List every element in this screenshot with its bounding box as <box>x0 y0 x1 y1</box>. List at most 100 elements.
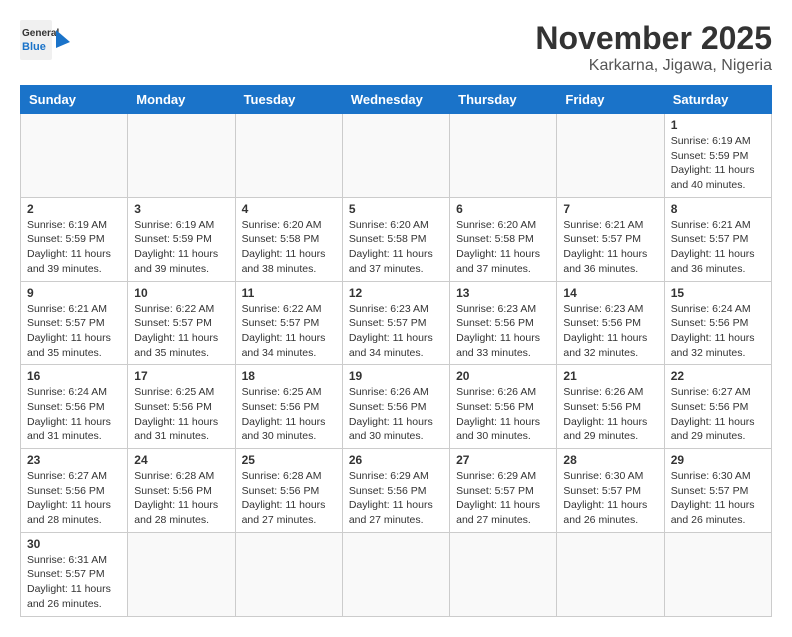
cell-info: Sunrise: 6:30 AM Sunset: 5:57 PM Dayligh… <box>671 469 765 528</box>
weekday-header-monday: Monday <box>128 86 235 114</box>
calendar-cell <box>450 532 557 616</box>
day-number: 6 <box>456 202 550 216</box>
weekday-header-friday: Friday <box>557 86 664 114</box>
day-number: 27 <box>456 453 550 467</box>
day-number: 10 <box>134 286 228 300</box>
week-row-6: 30 Sunrise: 6:31 AM Sunset: 5:57 PM Dayli… <box>21 532 772 616</box>
cell-info: Sunrise: 6:24 AM Sunset: 5:56 PM Dayligh… <box>671 302 765 361</box>
day-number: 30 <box>27 537 121 551</box>
calendar-cell <box>235 532 342 616</box>
day-number: 25 <box>242 453 336 467</box>
day-number: 12 <box>349 286 443 300</box>
calendar-cell: 19 Sunrise: 6:26 AM Sunset: 5:56 PM Dayli… <box>342 365 449 449</box>
cell-info: Sunrise: 6:21 AM Sunset: 5:57 PM Dayligh… <box>563 218 657 277</box>
day-number: 1 <box>671 118 765 132</box>
cell-info: Sunrise: 6:19 AM Sunset: 5:59 PM Dayligh… <box>134 218 228 277</box>
weekday-header-row: SundayMondayTuesdayWednesdayThursdayFrid… <box>21 86 772 114</box>
calendar-cell: 18 Sunrise: 6:25 AM Sunset: 5:56 PM Dayli… <box>235 365 342 449</box>
cell-info: Sunrise: 6:26 AM Sunset: 5:56 PM Dayligh… <box>456 385 550 444</box>
cell-info: Sunrise: 6:25 AM Sunset: 5:56 PM Dayligh… <box>242 385 336 444</box>
calendar-cell <box>557 114 664 198</box>
calendar-cell: 20 Sunrise: 6:26 AM Sunset: 5:56 PM Dayli… <box>450 365 557 449</box>
calendar-cell: 5 Sunrise: 6:20 AM Sunset: 5:58 PM Daylig… <box>342 197 449 281</box>
title-block: November 2025 Karkarna, Jigawa, Nigeria <box>535 20 772 75</box>
calendar-cell: 10 Sunrise: 6:22 AM Sunset: 5:57 PM Dayli… <box>128 281 235 365</box>
day-number: 5 <box>349 202 443 216</box>
week-row-1: 1Sunrise: 6:19 AM Sunset: 5:59 PM Daylig… <box>21 114 772 198</box>
day-number: 19 <box>349 369 443 383</box>
day-number: 2 <box>27 202 121 216</box>
cell-info: Sunrise: 6:27 AM Sunset: 5:56 PM Dayligh… <box>27 469 121 528</box>
page-header: General Blue November 2025 Karkarna, Jig… <box>20 20 772 75</box>
calendar-cell: 1Sunrise: 6:19 AM Sunset: 5:59 PM Daylig… <box>664 114 771 198</box>
cell-info: Sunrise: 6:21 AM Sunset: 5:57 PM Dayligh… <box>671 218 765 277</box>
calendar-cell: 3 Sunrise: 6:19 AM Sunset: 5:59 PM Daylig… <box>128 197 235 281</box>
calendar-cell: 4 Sunrise: 6:20 AM Sunset: 5:58 PM Daylig… <box>235 197 342 281</box>
day-number: 9 <box>27 286 121 300</box>
calendar-cell <box>342 114 449 198</box>
day-number: 14 <box>563 286 657 300</box>
calendar-cell: 12Sunrise: 6:23 AM Sunset: 5:57 PM Dayli… <box>342 281 449 365</box>
calendar-cell: 29Sunrise: 6:30 AM Sunset: 5:57 PM Dayli… <box>664 449 771 533</box>
calendar-cell: 16 Sunrise: 6:24 AM Sunset: 5:56 PM Dayli… <box>21 365 128 449</box>
cell-info: Sunrise: 6:19 AM Sunset: 5:59 PM Dayligh… <box>27 218 121 277</box>
cell-info: Sunrise: 6:26 AM Sunset: 5:56 PM Dayligh… <box>349 385 443 444</box>
cell-info: Sunrise: 6:22 AM Sunset: 5:57 PM Dayligh… <box>242 302 336 361</box>
calendar-cell <box>21 114 128 198</box>
cell-info: Sunrise: 6:20 AM Sunset: 5:58 PM Dayligh… <box>349 218 443 277</box>
calendar-cell: 30 Sunrise: 6:31 AM Sunset: 5:57 PM Dayli… <box>21 532 128 616</box>
day-number: 23 <box>27 453 121 467</box>
calendar-cell: 28Sunrise: 6:30 AM Sunset: 5:57 PM Dayli… <box>557 449 664 533</box>
weekday-header-sunday: Sunday <box>21 86 128 114</box>
calendar-cell <box>342 532 449 616</box>
weekday-header-tuesday: Tuesday <box>235 86 342 114</box>
logo: General Blue <box>20 20 70 60</box>
cell-info: Sunrise: 6:22 AM Sunset: 5:57 PM Dayligh… <box>134 302 228 361</box>
calendar-cell: 13Sunrise: 6:23 AM Sunset: 5:56 PM Dayli… <box>450 281 557 365</box>
calendar-cell: 6 Sunrise: 6:20 AM Sunset: 5:58 PM Daylig… <box>450 197 557 281</box>
cell-info: Sunrise: 6:23 AM Sunset: 5:56 PM Dayligh… <box>456 302 550 361</box>
week-row-5: 23 Sunrise: 6:27 AM Sunset: 5:56 PM Dayli… <box>21 449 772 533</box>
cell-info: Sunrise: 6:27 AM Sunset: 5:56 PM Dayligh… <box>671 385 765 444</box>
cell-info: Sunrise: 6:28 AM Sunset: 5:56 PM Dayligh… <box>242 469 336 528</box>
calendar-cell: 23 Sunrise: 6:27 AM Sunset: 5:56 PM Dayli… <box>21 449 128 533</box>
cell-info: Sunrise: 6:25 AM Sunset: 5:56 PM Dayligh… <box>134 385 228 444</box>
calendar-cell: 8 Sunrise: 6:21 AM Sunset: 5:57 PM Daylig… <box>664 197 771 281</box>
calendar-cell: 17 Sunrise: 6:25 AM Sunset: 5:56 PM Dayli… <box>128 365 235 449</box>
day-number: 17 <box>134 369 228 383</box>
week-row-3: 9 Sunrise: 6:21 AM Sunset: 5:57 PM Daylig… <box>21 281 772 365</box>
day-number: 28 <box>563 453 657 467</box>
day-number: 8 <box>671 202 765 216</box>
calendar-cell: 21 Sunrise: 6:26 AM Sunset: 5:56 PM Dayli… <box>557 365 664 449</box>
cell-info: Sunrise: 6:23 AM Sunset: 5:56 PM Dayligh… <box>563 302 657 361</box>
calendar: SundayMondayTuesdayWednesdayThursdayFrid… <box>20 85 772 617</box>
day-number: 24 <box>134 453 228 467</box>
cell-info: Sunrise: 6:20 AM Sunset: 5:58 PM Dayligh… <box>456 218 550 277</box>
cell-info: Sunrise: 6:31 AM Sunset: 5:57 PM Dayligh… <box>27 553 121 612</box>
cell-info: Sunrise: 6:26 AM Sunset: 5:56 PM Dayligh… <box>563 385 657 444</box>
calendar-cell: 11Sunrise: 6:22 AM Sunset: 5:57 PM Dayli… <box>235 281 342 365</box>
cell-info: Sunrise: 6:21 AM Sunset: 5:57 PM Dayligh… <box>27 302 121 361</box>
weekday-header-wednesday: Wednesday <box>342 86 449 114</box>
cell-info: Sunrise: 6:20 AM Sunset: 5:58 PM Dayligh… <box>242 218 336 277</box>
day-number: 3 <box>134 202 228 216</box>
calendar-cell: 9 Sunrise: 6:21 AM Sunset: 5:57 PM Daylig… <box>21 281 128 365</box>
calendar-cell: 14 Sunrise: 6:23 AM Sunset: 5:56 PM Dayli… <box>557 281 664 365</box>
day-number: 4 <box>242 202 336 216</box>
day-number: 18 <box>242 369 336 383</box>
weekday-header-thursday: Thursday <box>450 86 557 114</box>
cell-info: Sunrise: 6:24 AM Sunset: 5:56 PM Dayligh… <box>27 385 121 444</box>
cell-info: Sunrise: 6:28 AM Sunset: 5:56 PM Dayligh… <box>134 469 228 528</box>
day-number: 21 <box>563 369 657 383</box>
weekday-header-saturday: Saturday <box>664 86 771 114</box>
day-number: 16 <box>27 369 121 383</box>
day-number: 7 <box>563 202 657 216</box>
calendar-cell <box>235 114 342 198</box>
calendar-cell: 26Sunrise: 6:29 AM Sunset: 5:56 PM Dayli… <box>342 449 449 533</box>
svg-text:General: General <box>22 28 59 39</box>
calendar-cell <box>664 532 771 616</box>
calendar-cell <box>450 114 557 198</box>
day-number: 20 <box>456 369 550 383</box>
calendar-cell <box>128 114 235 198</box>
calendar-cell: 2 Sunrise: 6:19 AM Sunset: 5:59 PM Daylig… <box>21 197 128 281</box>
